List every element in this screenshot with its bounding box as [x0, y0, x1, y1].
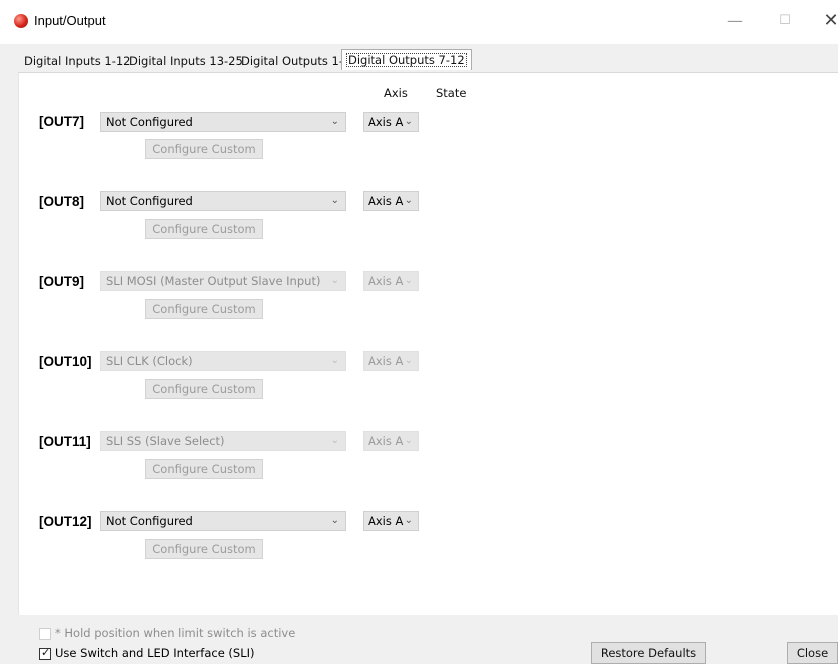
use-sli-label: Use Switch and LED Interface (SLI): [55, 646, 255, 660]
out7-label: [OUT7]: [39, 114, 84, 129]
out11-function-value: SLI SS (Slave Select): [106, 434, 225, 448]
out10-axis-select[interactable]: Axis A ⌄: [363, 351, 419, 371]
axis-column-header: Axis: [384, 86, 408, 100]
out8-configure-custom-button[interactable]: Configure Custom: [145, 219, 263, 239]
out7-function-value: Not Configured: [106, 115, 193, 129]
out7-configure-custom-button[interactable]: Configure Custom: [145, 139, 263, 159]
out11-axis-select[interactable]: Axis A ⌄: [363, 431, 419, 451]
chevron-down-icon: ⌄: [330, 355, 339, 366]
out9-function-value: SLI MOSI (Master Output Slave Input): [106, 274, 321, 288]
out11-axis-value: Axis A: [368, 434, 404, 448]
window-title: Input/Output: [34, 13, 106, 28]
chevron-down-icon: ⌄: [330, 275, 339, 286]
chevron-down-icon: ⌄: [330, 195, 339, 206]
chevron-down-icon: ⌄: [404, 275, 413, 286]
close-window-button[interactable]: ✕: [816, 8, 838, 34]
out8-label: [OUT8]: [39, 194, 84, 209]
out10-label: [OUT10]: [39, 354, 92, 369]
chevron-down-icon: ⌄: [404, 435, 413, 446]
out8-axis-select[interactable]: Axis A ⌄: [363, 191, 419, 211]
minimize-button[interactable]: —: [720, 8, 750, 34]
out9-function-select[interactable]: SLI MOSI (Master Output Slave Input) ⌄: [100, 271, 346, 291]
out10-function-value: SLI CLK (Clock): [106, 354, 193, 368]
out7-function-select[interactable]: Not Configured ⌄: [100, 112, 346, 132]
out12-function-select[interactable]: Not Configured ⌄: [100, 511, 346, 531]
chevron-down-icon: ⌄: [404, 116, 413, 127]
out12-configure-custom-button[interactable]: Configure Custom: [145, 539, 263, 559]
out8-axis-value: Axis A: [368, 194, 404, 208]
out11-function-select[interactable]: SLI SS (Slave Select) ⌄: [100, 431, 346, 451]
out8-function-value: Not Configured: [106, 194, 193, 208]
out11-configure-custom-button[interactable]: Configure Custom: [145, 459, 263, 479]
out12-label: [OUT12]: [39, 514, 92, 529]
out7-axis-value: Axis A: [368, 115, 404, 129]
out9-configure-custom-button[interactable]: Configure Custom: [145, 299, 263, 319]
out10-axis-value: Axis A: [368, 354, 404, 368]
maximize-button[interactable]: ☐: [770, 8, 800, 34]
out9-label: [OUT9]: [39, 274, 84, 289]
out12-axis-select[interactable]: Axis A ⌄: [363, 511, 419, 531]
out10-configure-custom-button[interactable]: Configure Custom: [145, 379, 263, 399]
out11-label: [OUT11]: [39, 434, 91, 449]
state-column-header: State: [436, 86, 467, 100]
chevron-down-icon: ⌄: [404, 355, 413, 366]
use-sli-checkbox[interactable]: ✓: [39, 646, 51, 660]
chevron-down-icon: ⌄: [404, 195, 413, 206]
out12-function-value: Not Configured: [106, 514, 193, 528]
checkmark-icon: ✓: [41, 646, 51, 659]
chevron-down-icon: ⌄: [330, 515, 339, 526]
out9-axis-value: Axis A: [368, 274, 404, 288]
tab-digital-inputs-13-25[interactable]: Digital Inputs 13-25: [129, 52, 243, 70]
chevron-down-icon: ⌄: [330, 435, 339, 446]
out7-axis-select[interactable]: Axis A ⌄: [363, 112, 419, 132]
hold-position-checkbox[interactable]: [39, 628, 51, 640]
title-bar: Input/Output — ☐ ✕: [0, 0, 838, 44]
tab-digital-outputs-1-6[interactable]: Digital Outputs 1-6: [241, 52, 350, 70]
out12-axis-value: Axis A: [368, 514, 404, 528]
hold-position-label: * Hold position when limit switch is act…: [55, 626, 296, 640]
app-icon: [14, 14, 28, 28]
out8-function-select[interactable]: Not Configured ⌄: [100, 191, 346, 211]
chevron-down-icon: ⌄: [330, 116, 339, 127]
tab-digital-outputs-7-12-label: Digital Outputs 7-12: [346, 53, 467, 67]
tab-digital-outputs-7-12[interactable]: Digital Outputs 7-12: [341, 49, 472, 70]
chevron-down-icon: ⌄: [404, 515, 413, 526]
tab-digital-inputs-1-12[interactable]: Digital Inputs 1-12: [24, 52, 130, 70]
tab-panel: [18, 72, 838, 615]
out9-axis-select[interactable]: Axis A ⌄: [363, 271, 419, 291]
out10-function-select[interactable]: SLI CLK (Clock) ⌄: [100, 351, 346, 371]
